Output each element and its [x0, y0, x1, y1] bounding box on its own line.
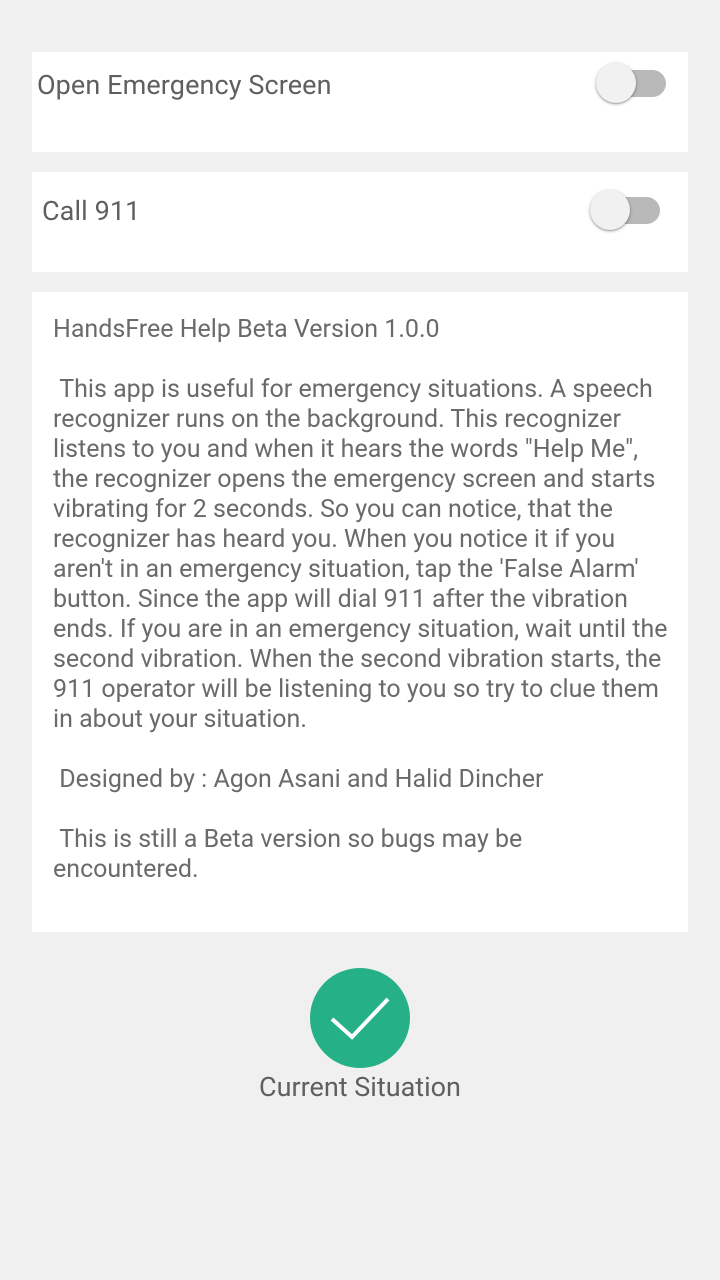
app-info-card: HandsFree Help Beta Version 1.0.0 This a…	[32, 292, 688, 932]
current-situation-label: Current Situation	[259, 1071, 461, 1103]
app-info-text: HandsFree Help Beta Version 1.0.0 This a…	[53, 315, 668, 884]
switch-thumb	[590, 190, 630, 230]
emergency-screen-setting: Open Emergency Screen	[32, 52, 688, 152]
call-911-label: Call 911	[42, 195, 141, 227]
call-911-setting: Call 911	[32, 172, 688, 272]
emergency-screen-label: Open Emergency Screen	[37, 69, 332, 101]
switch-thumb	[596, 63, 636, 103]
current-situation-button[interactable]	[310, 968, 410, 1068]
emergency-screen-switch[interactable]	[596, 61, 668, 105]
checkmark-icon	[330, 997, 390, 1040]
call-911-switch[interactable]	[590, 188, 662, 232]
